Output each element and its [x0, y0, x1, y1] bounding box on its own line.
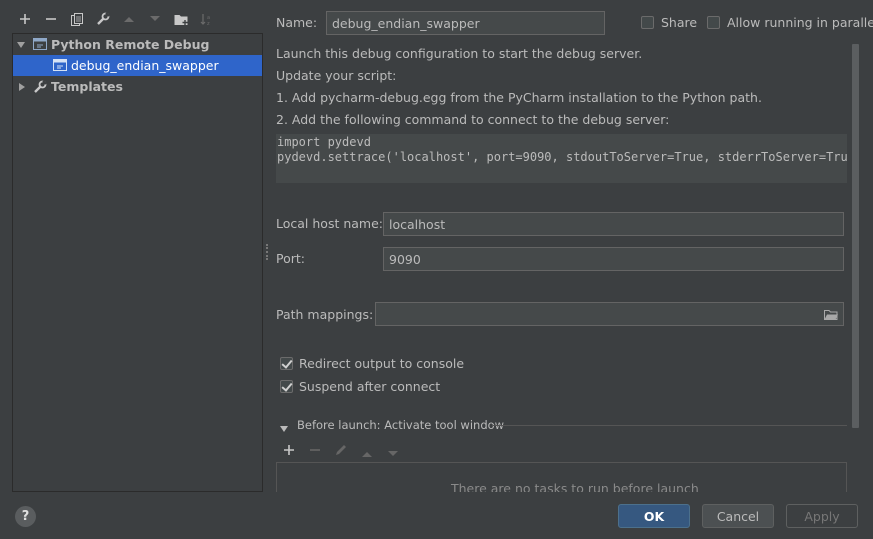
tree-item-debug-endian-swapper[interactable]: debug_endian_swapper	[13, 55, 262, 76]
port-field[interactable]: 9090	[383, 247, 844, 271]
apply-button[interactable]: Apply	[786, 504, 858, 528]
port-label: Port:	[276, 251, 305, 266]
before-launch-title: Before launch: Activate tool window	[297, 418, 505, 432]
code-line-1: import pydevd	[277, 135, 371, 149]
suspend-after-connect-label: Suspend after connect	[299, 379, 441, 394]
allow-parallel-checkbox[interactable]	[707, 16, 720, 29]
collapsed-arrow-icon[interactable]	[17, 82, 27, 92]
instruction-line-2: Update your script:	[276, 68, 397, 83]
name-label: Name:	[276, 15, 318, 30]
remove-task-icon[interactable]	[309, 444, 321, 459]
before-launch-task-list[interactable]: There are no tasks to run before launch	[276, 462, 847, 492]
cancel-button[interactable]: Cancel	[702, 504, 774, 528]
path-mappings-field[interactable]	[375, 302, 844, 326]
expand-arrow-icon[interactable]	[16, 40, 26, 50]
tree-group-label: Python Remote Debug	[51, 37, 210, 52]
suspend-after-connect-checkbox[interactable]	[280, 380, 293, 393]
redirect-output-checkbox[interactable]	[280, 357, 293, 370]
tree-group-templates[interactable]: Templates	[13, 76, 262, 97]
edit-task-icon[interactable]	[334, 443, 348, 460]
sort-icon[interactable]: az	[197, 9, 217, 29]
new-folder-icon[interactable]	[171, 9, 191, 29]
allow-parallel-label: Allow running in parallel	[727, 15, 873, 30]
name-field[interactable]: debug_endian_swapper	[326, 11, 605, 35]
move-up-icon[interactable]	[119, 9, 139, 29]
folder-browse-icon[interactable]	[824, 308, 838, 323]
tree-item-label: debug_endian_swapper	[71, 58, 219, 73]
code-line-2: pydevd.settrace('localhost', port=9090, …	[277, 150, 847, 164]
path-mappings-label: Path mappings:	[276, 307, 374, 322]
svg-text:z: z	[207, 21, 210, 26]
splitter-handle[interactable]	[266, 244, 270, 260]
wrench-icon	[33, 79, 47, 94]
empty-task-list-text: There are no tasks to run before launch	[451, 481, 699, 492]
wrench-icon[interactable]	[93, 9, 113, 29]
ok-button[interactable]: OK	[618, 504, 690, 528]
share-checkbox[interactable]	[641, 16, 654, 29]
help-button[interactable]: ?	[15, 506, 36, 527]
local-host-name-field[interactable]: localhost	[383, 212, 844, 236]
python-debug-icon	[53, 59, 67, 72]
tree-group-python-remote-debug[interactable]: Python Remote Debug	[13, 34, 262, 55]
move-down-icon[interactable]	[145, 9, 165, 29]
move-task-up-icon[interactable]	[361, 446, 373, 461]
instruction-line-1: Launch this debug configuration to start…	[276, 46, 643, 61]
collapse-arrow-icon[interactable]	[279, 421, 289, 436]
instruction-line-4: 2. Add the following command to connect …	[276, 112, 670, 127]
redirect-output-label: Redirect output to console	[299, 356, 465, 371]
add-icon[interactable]	[15, 9, 35, 29]
before-launch-divider	[492, 425, 847, 426]
instruction-line-3: 1. Add pycharm-debug.egg from the PyChar…	[276, 90, 762, 105]
move-task-down-icon[interactable]	[387, 446, 399, 461]
tree-group-label: Templates	[51, 79, 123, 94]
local-host-name-label: Local host name:	[276, 216, 383, 231]
share-label: Share	[661, 15, 698, 30]
code-snippet: import pydevd pydevd.settrace('localhost'…	[276, 134, 847, 183]
remove-icon[interactable]	[41, 9, 61, 29]
configuration-tree[interactable]: Python Remote Debug debug_endian_swapper…	[12, 33, 263, 492]
vertical-scrollbar[interactable]	[852, 44, 859, 428]
copy-icon[interactable]	[67, 9, 87, 29]
python-debug-icon	[33, 38, 47, 51]
add-task-icon[interactable]	[283, 444, 295, 459]
